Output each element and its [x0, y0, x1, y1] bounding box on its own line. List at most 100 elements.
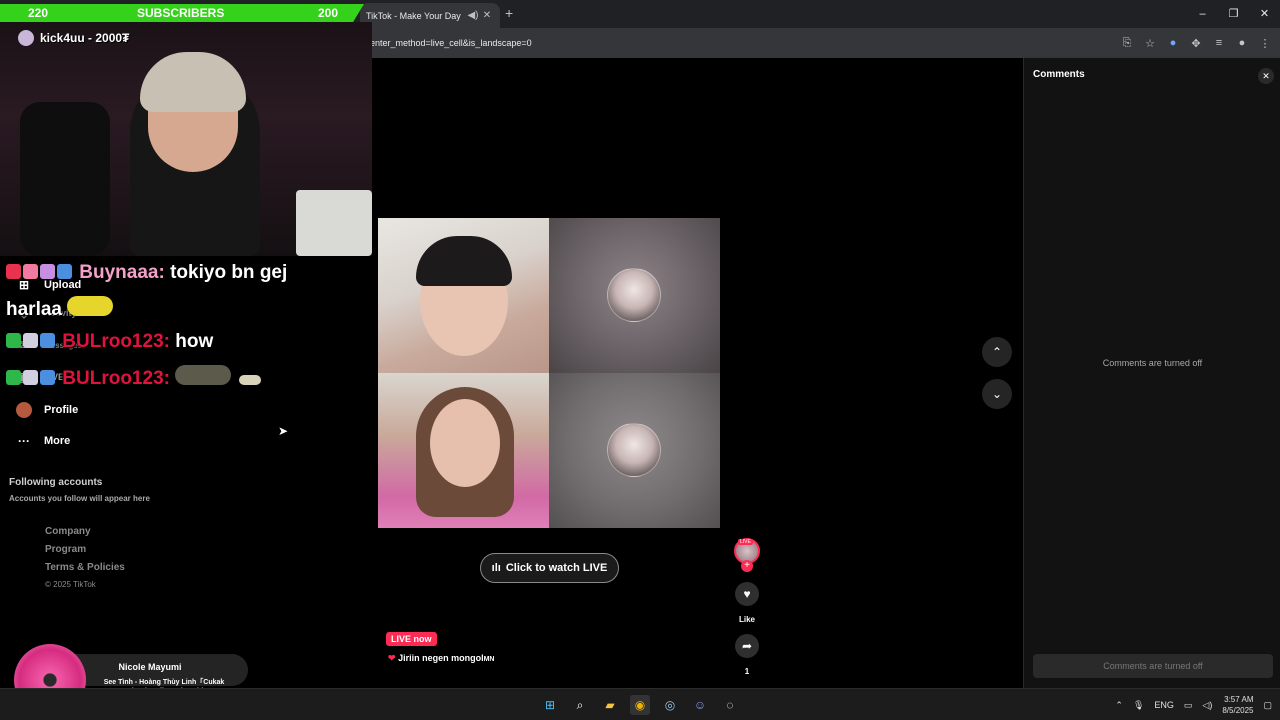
install-app-icon[interactable]: ⎘ [1120, 37, 1134, 50]
new-tab-button[interactable]: + [505, 5, 513, 21]
speaker-icon[interactable]: ◀) [466, 10, 480, 21]
restore-button[interactable]: ❐ [1218, 0, 1249, 28]
creator-live-tag: LIVE [738, 539, 753, 545]
emote-icon [175, 365, 232, 385]
music-artist: Nicole Mayumi [118, 662, 182, 672]
chat-username: BULroo123: [62, 331, 170, 352]
watch-live-label: Click to watch LIVE [505, 562, 608, 574]
guest-avatar [607, 268, 661, 322]
footer-link-terms[interactable]: Terms & Policies [45, 562, 125, 573]
comments-title: Comments [1033, 69, 1085, 80]
chat-message: BULroo123: how [6, 331, 213, 353]
emote-icon [238, 375, 261, 385]
search-icon[interactable]: ⌕ [570, 695, 590, 715]
address-bar[interactable]: enter_method=live_cell&is_landscape=0 [366, 32, 1086, 54]
language-indicator[interactable]: ENG [1154, 700, 1174, 710]
live-now-badge: LIVE now [386, 632, 437, 646]
minimize-button[interactable]: – [1187, 0, 1218, 28]
previous-video-button[interactable]: ⌃ [982, 337, 1012, 367]
follow-plus-icon[interactable]: + [741, 560, 753, 572]
kebab-menu-icon[interactable]: ⋮ [1258, 37, 1272, 50]
share-arrow-icon[interactable]: ➦ [735, 634, 759, 658]
footer-link-company[interactable]: Company [45, 526, 91, 537]
browser-tab[interactable]: TikTok - Make Your Day ◀) ✕ [360, 3, 500, 28]
clock[interactable]: 3:57 AM 8/5/2025 [1222, 694, 1253, 716]
microphone-icon[interactable]: 🎙 [1133, 700, 1144, 711]
like-label: Like [738, 615, 755, 624]
profile-icon[interactable]: ● [1235, 37, 1249, 49]
tab-title: TikTok - Make Your Day [366, 10, 461, 21]
tray-chevron-icon[interactable]: ⌃ [1115, 700, 1123, 711]
streamer-hair [140, 52, 246, 112]
window-controls: – ❐ ✕ [1187, 0, 1280, 28]
bookmark-star-icon[interactable]: ☆ [1143, 37, 1157, 50]
close-icon[interactable]: ✕ [1258, 68, 1274, 84]
chat-text: how [175, 331, 214, 352]
subs-count-left: 220 [28, 6, 49, 20]
heart-icon: ❤ [388, 653, 396, 663]
toolbar-icons: ⎘ ☆ ⦁ ✥ ≡ ● ⋮ [1120, 32, 1272, 54]
live-description-suffix: MN [483, 656, 495, 663]
emote-icon [67, 296, 114, 316]
copyright: © 2025 TikTok [45, 580, 96, 589]
ellipsis-icon: ··· [18, 434, 30, 448]
comment-input[interactable]: Comments are turned off [1033, 654, 1273, 678]
comments-off-message: Comments are turned off [1102, 358, 1203, 368]
subs-count-right: 200 [318, 6, 339, 20]
footer-link-program[interactable]: Program [45, 544, 86, 555]
steam-icon[interactable]: ◎ [660, 695, 680, 715]
chat-text: tokiyo bn gej [170, 262, 288, 283]
chat-badge-icon [6, 264, 21, 279]
chat-username: BULroo123: [62, 368, 170, 389]
gift-badge-icon [57, 264, 72, 279]
watch-live-button[interactable]: ılı Click to watch LIVE [480, 553, 619, 583]
emote-badge-icon [23, 333, 38, 348]
live-video-grid[interactable] [378, 218, 720, 528]
screen: TikTok - Make Your Day ◀) ✕ + – ❐ ✕ ente… [0, 0, 1280, 720]
network-icon[interactable]: ▭ [1184, 700, 1193, 711]
sidebar-item-label: More [44, 435, 71, 447]
taskbar: ⊞ ⌕ ▰ ◉ ◎ ☺ ◌ ⌃ 🎙 ENG ▭ ◁) 3:57 AM 8/5/2… [0, 688, 1280, 720]
like-heart-icon[interactable]: ♥ [735, 582, 759, 606]
next-video-button[interactable]: ⌄ [982, 379, 1012, 409]
desk-device [296, 190, 372, 256]
gift-badge-icon [40, 333, 55, 348]
emote-badge-icon [23, 370, 38, 385]
chrome-icon[interactable]: ◉ [630, 695, 650, 715]
chat-message: BULroo123: [6, 365, 263, 390]
streamer-tag: kick4uu - 2000₮ [18, 30, 129, 46]
sidebar-item-label: Profile [44, 404, 79, 416]
avatar [16, 402, 32, 418]
following-subtext: Accounts you follow will appear here [9, 494, 150, 503]
system-tray: ⌃ 🎙 ENG ▭ ◁) 3:57 AM 8/5/2025 ▢ [1115, 689, 1272, 720]
close-window-button[interactable]: ✕ [1249, 0, 1280, 28]
windows-start-icon[interactable]: ⊞ [540, 695, 560, 715]
live-description: ❤ Jiriin negen mongolMN [388, 653, 494, 664]
sub-badge-icon [6, 370, 21, 385]
guest-tile-1 [378, 218, 549, 373]
mouse-cursor-icon: ➤ [278, 424, 289, 438]
guest-avatar [607, 423, 661, 477]
streamer-name: kick4uu - 2000₮ [40, 31, 130, 45]
sidebar-item-profile[interactable]: Profile [16, 402, 78, 418]
notifications-icon[interactable]: ▢ [1263, 700, 1272, 711]
chat-text: harlaa [6, 299, 62, 320]
guest-tile-3 [378, 373, 549, 528]
gaming-chair [20, 102, 110, 256]
puzzle-icon[interactable]: ✥ [1189, 37, 1203, 50]
sub-badge-icon [6, 333, 21, 348]
tab-close-icon[interactable]: ✕ [480, 10, 494, 21]
comments-panel: Comments ✕ Comments are turned off Comme… [1023, 58, 1280, 688]
chat-message: Buynaaa: tokiyo bn gej [6, 262, 287, 284]
webcam-overlay: kick4uu - 2000₮ [0, 22, 372, 256]
music-player-overlay: Nicole Mayumi See Tình - Hoàng Thùy Linh… [10, 644, 248, 716]
subscriber-goal-bar: 220 SUBSCRIBERS 200 [0, 4, 364, 22]
file-explorer-icon[interactable]: ▰ [600, 695, 620, 715]
discord-icon[interactable]: ☺ [690, 695, 710, 715]
extension-icon[interactable]: ⦁ [1166, 37, 1180, 50]
volume-icon[interactable]: ◁) [1202, 700, 1212, 711]
chat-message-continuation: harlaa [6, 296, 115, 321]
media-controls-icon[interactable]: ≡ [1212, 37, 1226, 49]
sidebar-item-more[interactable]: ··· More [16, 434, 70, 448]
obs-icon[interactable]: ◌ [720, 695, 740, 715]
